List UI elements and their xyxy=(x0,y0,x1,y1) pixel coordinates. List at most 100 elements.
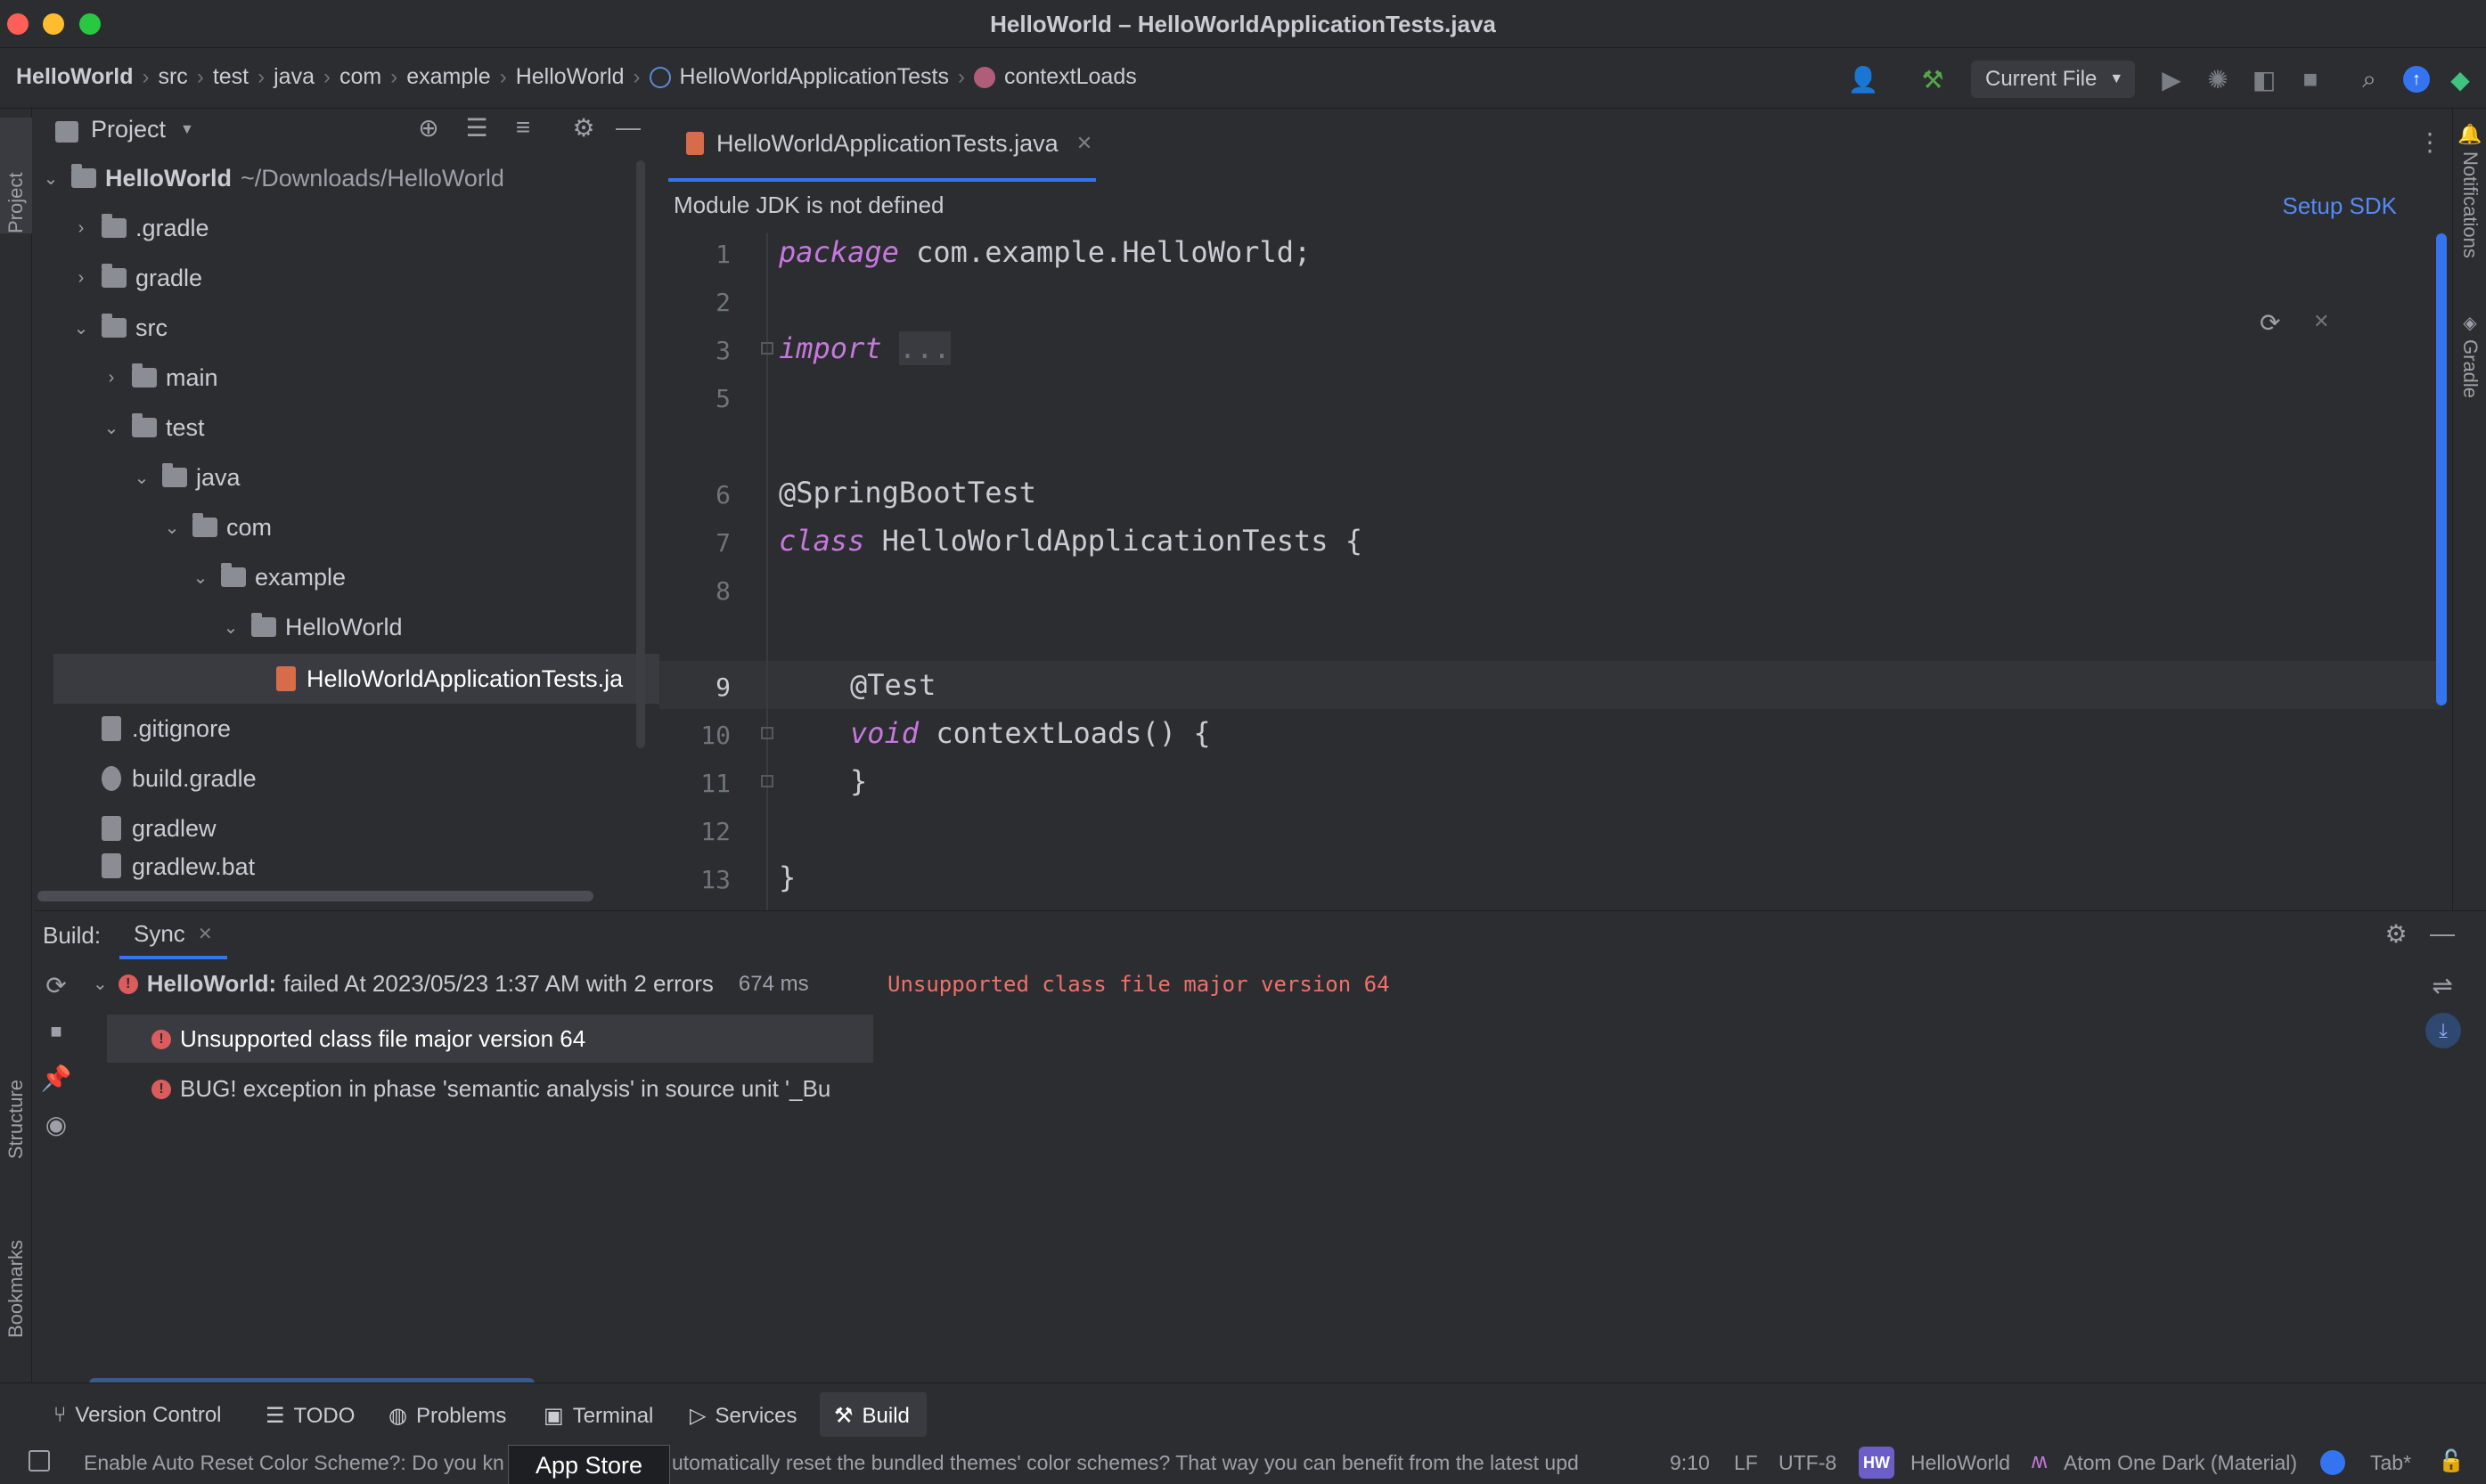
tree-item[interactable]: ⌄ com xyxy=(162,502,272,552)
close-icon[interactable]: ✕ xyxy=(2313,310,2329,333)
breadcrumb-item[interactable]: HelloWorld xyxy=(516,64,625,90)
file-encoding[interactable]: UTF-8 xyxy=(1779,1451,1836,1475)
expand-all-icon[interactable]: ☰ xyxy=(462,112,492,143)
lock-icon[interactable]: 🔓 xyxy=(2438,1448,2465,1474)
pin-icon[interactable]: 📌 xyxy=(41,1063,72,1093)
code-line[interactable]: package com.example.HelloWorld; xyxy=(779,235,1311,269)
close-tab-icon[interactable]: ✕ xyxy=(198,923,213,945)
code-line[interactable]: @Test xyxy=(850,668,936,702)
breadcrumb-item[interactable]: contextLoads xyxy=(1004,64,1137,90)
tree-item[interactable]: ⌄ example xyxy=(191,552,346,602)
stop-icon[interactable]: ■ xyxy=(2295,64,2326,94)
project-name[interactable]: HelloWorld xyxy=(1910,1451,2010,1475)
soft-wrap-icon[interactable]: ⇌ xyxy=(2427,970,2457,1000)
breadcrumb-item[interactable]: HelloWorldApplicationTests xyxy=(680,64,949,90)
caret-position[interactable]: 9:10 xyxy=(1670,1451,1710,1475)
status-message-continued[interactable]: utomatically reset the bundled themes' c… xyxy=(672,1451,1616,1475)
setup-sdk-link[interactable]: Setup SDK xyxy=(2282,192,2397,220)
tree-item-selected[interactable]: HelloWorldApplicationTests.ja xyxy=(276,654,623,704)
tree-item[interactable]: build.gradle xyxy=(102,754,257,803)
breadcrumb-item[interactable]: example xyxy=(406,64,491,90)
right-tool-strip: 🔔 Notifications ◈ Gradle xyxy=(2452,109,2486,910)
line-separator[interactable]: LF xyxy=(1734,1451,1758,1475)
breadcrumb-item[interactable]: java xyxy=(274,64,315,90)
tool-window-services[interactable]: ▷ Services xyxy=(690,1403,797,1429)
gear-icon[interactable]: ⚙ xyxy=(2381,918,2411,949)
locate-icon[interactable]: ⊕ xyxy=(413,112,444,143)
build-hammer-icon[interactable]: ⚒ xyxy=(1918,64,1948,94)
folded-imports[interactable]: ... xyxy=(898,331,951,365)
editor-tab[interactable]: HelloWorldApplicationTests.java ✕ xyxy=(668,109,1096,182)
code-line[interactable]: } xyxy=(779,860,796,894)
indent-setting[interactable]: Tab* xyxy=(2370,1451,2411,1475)
status-indicator-icon[interactable] xyxy=(2320,1450,2345,1475)
tree-item[interactable]: ⌄ test xyxy=(102,403,205,453)
notifications-tool-button[interactable]: 🔔 Notifications xyxy=(2457,123,2483,258)
coverage-icon[interactable]: ◧ xyxy=(2249,64,2279,94)
search-icon[interactable]: ⌕ xyxy=(2354,64,2384,94)
debug-icon[interactable]: ✺ xyxy=(2203,64,2233,94)
folder-icon xyxy=(102,214,127,238)
folder-icon xyxy=(192,513,217,537)
theme-name[interactable]: Atom One Dark (Material) xyxy=(2064,1451,2297,1475)
eye-icon[interactable]: ◉ xyxy=(41,1109,71,1139)
more-actions-icon[interactable]: ⋮ xyxy=(2415,126,2445,157)
tool-window-problems[interactable]: ◍ Problems xyxy=(388,1403,506,1429)
code-line[interactable]: class HelloWorldApplicationTests { xyxy=(779,524,1362,558)
breadcrumb-item[interactable]: src xyxy=(158,64,187,90)
scroll-to-end-icon[interactable]: ⤓ xyxy=(2425,1013,2461,1048)
tree-item[interactable]: › main xyxy=(102,353,218,403)
tool-window-todo[interactable]: ☰ TODO xyxy=(266,1403,355,1429)
fold-icon[interactable] xyxy=(761,727,773,739)
tree-item[interactable]: gradlew xyxy=(102,803,217,853)
breadcrumb-item[interactable]: test xyxy=(213,64,249,90)
structure-tool-button[interactable]: Structure xyxy=(0,1080,32,1159)
vcs-user-icon[interactable]: 👤 xyxy=(1848,64,1879,94)
vertical-scrollbar[interactable] xyxy=(636,160,645,748)
tool-window-terminal[interactable]: ▣ Terminal xyxy=(544,1403,653,1429)
tree-item[interactable]: › gradle xyxy=(71,253,202,303)
code-line[interactable]: void contextLoads() { xyxy=(850,716,1211,750)
tool-window-build[interactable]: ⚒ Build xyxy=(834,1403,910,1429)
hide-panel-icon[interactable]: — xyxy=(2427,918,2457,949)
project-tool-button[interactable]: Project xyxy=(0,118,32,233)
code-line[interactable]: } xyxy=(850,764,867,798)
hide-panel-icon[interactable]: — xyxy=(613,112,643,143)
bookmarks-tool-button[interactable]: Bookmarks xyxy=(0,1240,32,1338)
stop-icon[interactable]: ■ xyxy=(41,1016,71,1047)
horizontal-scrollbar[interactable] xyxy=(37,891,593,901)
tree-item[interactable]: ⌄ java xyxy=(132,453,241,502)
breadcrumb-item[interactable]: HelloWorld xyxy=(16,64,133,90)
tab-sync[interactable]: Sync ✕ xyxy=(119,911,227,959)
gradle-tool-button[interactable]: ◈ Gradle xyxy=(2457,312,2483,398)
gradle-reload-icon[interactable]: ⟳ xyxy=(2260,308,2280,338)
build-result-root[interactable]: ⌄ ! HelloWorld: failed At 2023/05/23 1:3… xyxy=(93,970,809,998)
run-configuration-select[interactable]: Current File ▼ xyxy=(1971,61,2135,98)
tree-item[interactable]: ⌄ src xyxy=(71,303,168,353)
close-tab-icon[interactable]: ✕ xyxy=(1076,132,1092,155)
build-error-item[interactable]: ! Unsupported class file major version 6… xyxy=(151,1025,585,1053)
editor-scrollbar[interactable] xyxy=(2436,233,2447,705)
code-line[interactable]: import ... xyxy=(779,331,951,365)
fold-icon[interactable] xyxy=(761,775,773,787)
warning-circle-icon: ◍ xyxy=(388,1404,407,1428)
run-icon[interactable]: ▶ xyxy=(2156,64,2187,94)
tree-item[interactable]: .gitignore xyxy=(102,704,231,754)
collapse-all-icon[interactable]: ≡ xyxy=(508,112,538,143)
code-line[interactable]: @SpringBootTest xyxy=(779,476,1036,510)
toggle-tool-windows-icon[interactable] xyxy=(29,1450,50,1472)
tree-item[interactable]: › .gradle xyxy=(71,203,209,253)
fold-icon[interactable] xyxy=(761,342,773,355)
breadcrumb-item[interactable]: com xyxy=(339,64,381,90)
tree-item[interactable]: gradlew.bat xyxy=(102,853,255,891)
tree-item-root[interactable]: ⌄ HelloWorld ~/Downloads/HelloWorld xyxy=(41,153,504,203)
build-error-item[interactable]: ! BUG! exception in phase 'semantic anal… xyxy=(151,1075,830,1103)
gear-icon[interactable]: ⚙ xyxy=(568,112,599,143)
project-view-select[interactable]: Project ▼ xyxy=(91,116,194,143)
status-message[interactable]: Enable Auto Reset Color Scheme?: Do you … xyxy=(84,1451,504,1475)
update-icon[interactable]: ↑ xyxy=(2403,66,2430,93)
sync-icon[interactable]: ⟳ xyxy=(41,970,71,1000)
tree-item[interactable]: ⌄ HelloWorld xyxy=(221,602,403,652)
tool-window-version-control[interactable]: ⑂ Version Control xyxy=(53,1403,222,1428)
jetbrains-toolbox-icon[interactable]: ◆ xyxy=(2445,64,2475,94)
